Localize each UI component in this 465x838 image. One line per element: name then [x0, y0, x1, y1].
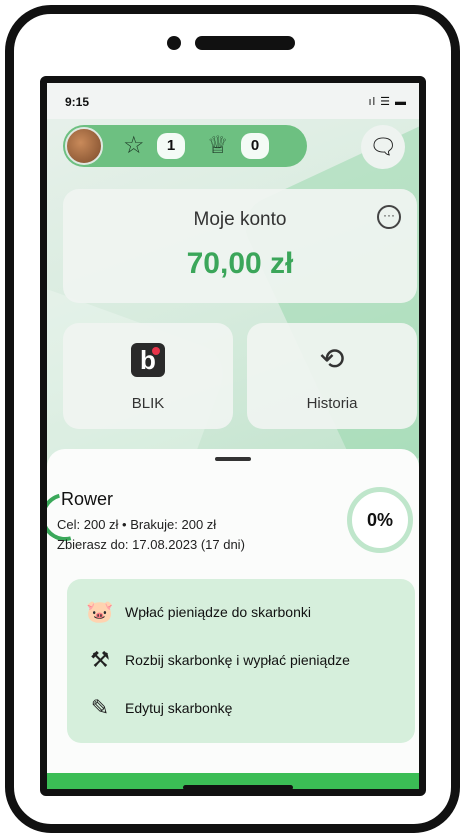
status-bar: 9:15 ıl ☰ ▬ — [47, 83, 419, 119]
history-tile[interactable]: ⟲ Historia — [247, 323, 417, 429]
break-label: Rozbij skarbonkę i wypłać pieniądze — [125, 652, 350, 668]
star-icon: ☆ — [123, 132, 145, 159]
bottom-bar — [47, 773, 419, 789]
chat-icon[interactable]: 🗨 — [361, 125, 405, 169]
deposit-action[interactable]: 🐷 Wpłać pieniądze do skarbonki — [85, 597, 405, 627]
deposit-label: Wpłać pieniądze do skarbonki — [125, 604, 311, 620]
speaker-bar — [195, 36, 295, 50]
edit-label: Edytuj skarbonkę — [125, 700, 233, 716]
goal-progress-ring: 0% — [347, 487, 413, 553]
goal-deadline-info: Zbierasz do: 17.08.2023 (17 dni) — [57, 537, 245, 552]
blik-tile[interactable]: b BLIK — [63, 323, 233, 429]
trophies-count: 0 — [241, 133, 269, 159]
goal-name: Rower — [61, 489, 114, 509]
goal-actions-panel: 🐷 Wpłać pieniądze do skarbonki ⚒ Rozbij … — [67, 579, 415, 743]
account-card[interactable]: Moje konto 70,00 zł ··· — [63, 189, 417, 303]
more-options-icon[interactable]: ··· — [377, 205, 401, 229]
edit-action[interactable]: ✎ Edytuj skarbonkę — [85, 693, 405, 723]
break-action[interactable]: ⚒ Rozbij skarbonkę i wypłać pieniądze — [85, 645, 405, 675]
history-label: Historia — [306, 395, 358, 412]
edit-icon: ✎ — [90, 695, 110, 720]
app-screen: 9:15 ıl ☰ ▬ ☆ 1 ♕ 0 🗨 Moje konto 70,00 z… — [40, 76, 426, 796]
account-balance: 70,00 zł — [186, 247, 294, 280]
profile-pill[interactable]: ☆ 1 ♕ 0 — [63, 125, 307, 167]
blik-label: BLIK — [131, 395, 165, 412]
status-icons: ıl ☰ ▬ — [368, 96, 407, 108]
phone-notch — [155, 30, 305, 56]
goal-target-info: Cel: 200 zł • Brakuje: 200 zł — [57, 517, 217, 532]
sheet-handle[interactable] — [215, 457, 251, 461]
history-icon: ⟲ — [319, 343, 345, 376]
trophy-icon: ♕ — [207, 132, 229, 159]
stars-count: 1 — [157, 133, 185, 159]
hammer-icon: ⚒ — [90, 647, 110, 672]
savings-goal-sheet[interactable]: Rower Cel: 200 zł • Brakuje: 200 zł Zbie… — [47, 449, 419, 789]
status-time: 9:15 — [65, 95, 90, 109]
camera-dot — [167, 36, 181, 50]
account-title: Moje konto — [193, 209, 287, 230]
piggy-bank-icon: 🐷 — [86, 599, 114, 624]
avatar[interactable] — [65, 127, 103, 165]
blik-icon: b — [131, 343, 165, 377]
home-indicator[interactable] — [183, 785, 293, 789]
